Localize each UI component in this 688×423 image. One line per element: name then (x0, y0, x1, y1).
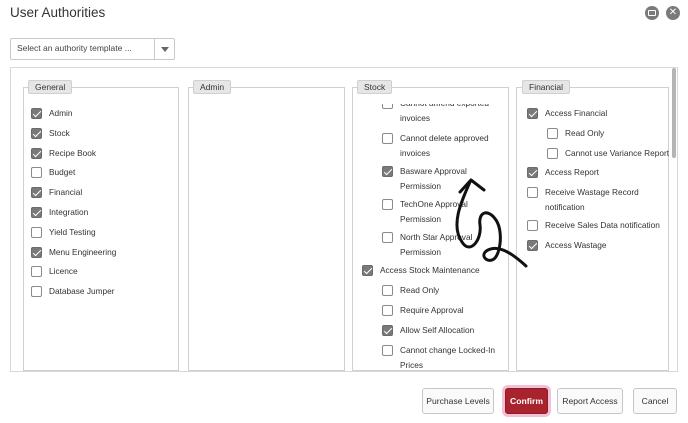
financial-item-5-checkbox[interactable] (527, 220, 538, 231)
general-item-7-label: Menu Engineering (49, 246, 117, 257)
financial-item-4-label: Receive Wastage Record (545, 187, 639, 197)
general-column (23, 87, 179, 371)
stock-item-8-checkbox[interactable] (382, 325, 393, 336)
panel-scrollbar[interactable] (672, 68, 676, 158)
stock-item-3-checkbox[interactable] (382, 199, 393, 210)
general-column-label: General (28, 80, 73, 94)
stock-item-6-label: Read Only (400, 285, 440, 295)
financial-item-3-label: Access Report (545, 167, 599, 177)
purchase-levels-button[interactable]: Purchase Levels (422, 388, 494, 414)
general-item-1-checkbox[interactable] (31, 127, 42, 139)
stock-item-2-checkbox[interactable] (382, 166, 393, 177)
stock-item-3-label: TechOne Approval (400, 199, 468, 209)
stock-item-0-label-line2: invoices (400, 113, 430, 123)
general-item-0-checkbox[interactable] (31, 108, 42, 119)
minimize-icon[interactable] (645, 6, 659, 20)
general-item-6-label: Yield Testing (49, 226, 96, 237)
chevron-down-icon[interactable] (154, 39, 174, 59)
financial-item-4-label-line2: notification (545, 202, 585, 212)
title-bar: User Authorities ✕ (0, 0, 688, 30)
general-item-6-checkbox[interactable] (31, 226, 42, 238)
general-item-5-label: Integration (49, 207, 89, 217)
stock-item-4-checkbox[interactable] (382, 232, 393, 243)
authority-template-value: Select an authority template ... (17, 43, 132, 53)
stock-item-6-checkbox[interactable] (382, 285, 393, 296)
financial-item-6-label: Access Wastage (545, 240, 607, 250)
admin-column-label: Admin (193, 80, 232, 94)
general-item-2-label: Recipe Book (49, 147, 97, 158)
stock-item-1-label-line2: invoices (400, 148, 430, 158)
stock-item-2-label-line2: Permission (400, 181, 442, 191)
stock-item-0-checkbox[interactable] (382, 104, 393, 109)
stock-item-0-label: Cannot amend exported (400, 104, 489, 109)
financial-item-5-label: Receive Sales Data notification (545, 220, 660, 230)
stock-item-7-label: Require Approval (400, 305, 464, 315)
confirm-button[interactable]: Confirm (505, 388, 548, 414)
general-item-4-checkbox[interactable] (31, 187, 42, 199)
general-item-0-label: Admin (49, 108, 73, 118)
financial-item-1-checkbox[interactable] (547, 128, 558, 139)
close-icon[interactable]: ✕ (666, 6, 680, 20)
general-item-1-label: Stock (49, 127, 70, 138)
financial-item-0-label: Access Financial (545, 108, 608, 118)
general-item-3-label: Budget (49, 167, 76, 178)
stock-item-2-label: Basware Approval (400, 166, 467, 176)
general-item-9-label: Database Jumper (49, 286, 115, 297)
stock-item-4-label: North Star Approval (400, 232, 473, 242)
general-item-7-checkbox[interactable] (31, 246, 42, 258)
financial-item-0-checkbox[interactable] (527, 108, 538, 119)
stock-item-9-label-line2: Prices (400, 360, 424, 369)
financial-item-4-checkbox[interactable] (527, 187, 538, 198)
authority-template-select[interactable]: Select an authority template ... (10, 38, 175, 60)
stock-item-9-label: Cannot change Locked-In (400, 345, 496, 355)
general-item-4-label: Financial (49, 187, 83, 198)
stock-item-5-checkbox[interactable] (362, 265, 373, 276)
admin-column (188, 87, 345, 371)
general-item-2-checkbox[interactable] (31, 147, 42, 159)
window-title: User Authorities (10, 5, 106, 20)
financial-item-3-checkbox[interactable] (527, 167, 538, 178)
general-item-8-checkbox[interactable] (31, 266, 42, 278)
stock-item-9-checkbox[interactable] (382, 345, 393, 356)
cancel-button[interactable]: Cancel (633, 388, 677, 414)
financial-column-label: Financial (522, 80, 571, 94)
general-item-5-checkbox[interactable] (31, 207, 42, 218)
stock-item-4-label-line2: Permission (400, 247, 442, 257)
stock-item-1-checkbox[interactable] (382, 133, 393, 144)
financial-item-1-label: Read Only (565, 128, 605, 138)
general-item-9-checkbox[interactable] (31, 286, 42, 298)
report-access-button[interactable]: Report Access (557, 388, 623, 414)
general-item-8-label: Licence (49, 266, 78, 277)
general-item-3-checkbox[interactable] (31, 167, 42, 179)
stock-column-label: Stock (357, 80, 393, 94)
financial-item-2-checkbox[interactable] (547, 148, 558, 159)
financial-item-2-label: Cannot use Variance Report (565, 148, 670, 158)
stock-item-3-label-line2: Permission (400, 214, 442, 224)
financial-item-6-checkbox[interactable] (527, 240, 538, 251)
stock-item-8-label: Allow Self Allocation (400, 325, 475, 335)
stock-item-5-label: Access Stock Maintenance (380, 265, 480, 275)
stock-item-1-label: Cannot delete approved (400, 133, 489, 143)
stock-item-7-checkbox[interactable] (382, 305, 393, 316)
